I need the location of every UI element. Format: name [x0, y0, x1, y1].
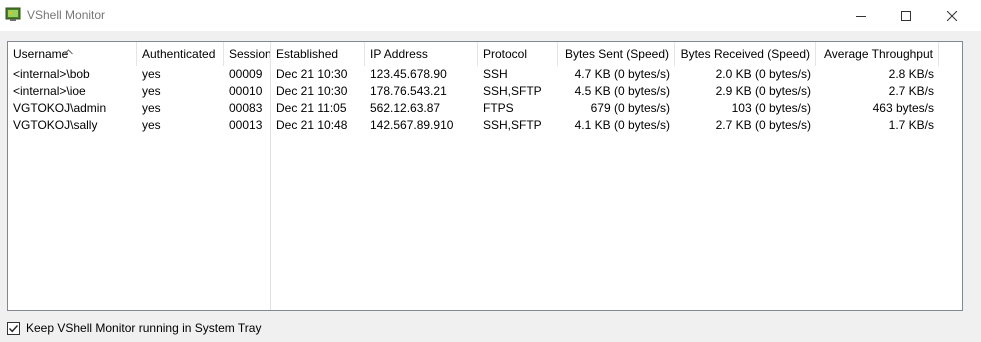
cell-ip-address: 142.567.89.910 — [370, 118, 454, 132]
cell-bytes-sent: 4.7 KB (0 bytes/s) — [574, 67, 670, 81]
cell-established: Dec 21 11:05 — [276, 101, 347, 115]
column-header-label: Authenticated — [142, 47, 216, 61]
column-header-label: Bytes Received (Speed) — [680, 47, 810, 61]
column-header-established[interactable]: Established — [271, 42, 365, 66]
cell-bytes-sent: 4.1 KB (0 bytes/s) — [574, 118, 670, 132]
tray-checkbox[interactable] — [7, 321, 20, 335]
column-header-label: Username — [13, 47, 69, 61]
column-header-label: Established — [276, 47, 339, 61]
cell-ip-address: 562.12.63.87 — [370, 101, 441, 115]
window-content: Username Authenticated Session Establish… — [0, 31, 981, 342]
cell-protocol: SSH,SFTP — [483, 84, 542, 98]
column-header-label: Average Throughput — [824, 47, 933, 61]
maximize-button[interactable] — [883, 0, 929, 31]
cell-username: <internal>\ioe — [13, 84, 86, 98]
column-header-label: Session — [229, 47, 271, 61]
cell-established: Dec 21 10:30 — [276, 67, 348, 81]
column-header-label: Protocol — [483, 47, 528, 61]
cell-protocol: SSH,SFTP — [483, 118, 542, 132]
column-header-label: Bytes Sent (Speed) — [564, 47, 669, 61]
cell-bytes-received: 2.9 KB (0 bytes/s) — [715, 84, 811, 98]
table-row[interactable]: <internal>\ioe yes 00010 Dec 21 10:30 17… — [8, 83, 962, 100]
cell-authenticated: yes — [142, 101, 161, 115]
table-row[interactable]: VGTOKOJ\admin yes 00083 Dec 21 11:05 562… — [8, 100, 962, 117]
cell-bytes-sent: 679 (0 bytes/s) — [590, 101, 670, 115]
title-bar: VShell Monitor — [0, 0, 981, 31]
cell-bytes-received: 103 (0 bytes/s) — [731, 101, 811, 115]
column-header-protocol[interactable]: Protocol — [478, 42, 558, 66]
cell-username: VGTOKOJ\admin — [13, 101, 107, 115]
cell-ip-address: 178.76.543.21 — [370, 84, 447, 98]
tray-option[interactable]: Keep VShell Monitor running in System Tr… — [7, 320, 261, 336]
cell-average-throughput: 1.7 KB/s — [888, 118, 934, 132]
column-header-ip-address[interactable]: IP Address — [365, 42, 478, 66]
cell-established: Dec 21 10:30 — [276, 84, 348, 98]
table-row[interactable]: <internal>\bob yes 00009 Dec 21 10:30 12… — [8, 66, 962, 83]
cell-session: 00010 — [229, 84, 263, 98]
column-header-authenticated[interactable]: Authenticated — [137, 42, 224, 66]
maximize-icon — [901, 10, 911, 21]
column-header-session[interactable]: Session — [224, 42, 271, 66]
column-header-bytes-received[interactable]: Bytes Received (Speed) — [675, 42, 816, 66]
cell-average-throughput: 2.8 KB/s — [888, 67, 934, 81]
vshell-monitor-icon — [5, 6, 21, 22]
minimize-icon — [856, 11, 866, 21]
cell-session: 00009 — [229, 67, 263, 81]
checkmark-icon — [8, 324, 19, 332]
cell-bytes-sent: 4.5 KB (0 bytes/s) — [574, 84, 670, 98]
cell-username: <internal>\bob — [13, 67, 90, 81]
cell-established: Dec 21 10:48 — [276, 118, 348, 132]
cell-average-throughput: 463 bytes/s — [872, 101, 934, 115]
cell-username: VGTOKOJ\sally — [13, 118, 98, 132]
column-header-label: IP Address — [370, 47, 428, 61]
cell-session: 00083 — [229, 101, 263, 115]
minimize-button[interactable] — [838, 0, 884, 31]
cell-average-throughput: 2.7 KB/s — [888, 84, 934, 98]
cell-session: 00013 — [229, 118, 263, 132]
close-icon — [947, 10, 957, 21]
sort-ascending-icon — [64, 42, 73, 63]
cell-authenticated: yes — [142, 67, 161, 81]
cell-bytes-received: 2.7 KB (0 bytes/s) — [715, 118, 811, 132]
list-header: Username Authenticated Session Establish… — [8, 42, 962, 66]
tray-checkbox-label[interactable]: Keep VShell Monitor running in System Tr… — [26, 321, 261, 335]
cell-authenticated: yes — [142, 118, 161, 132]
cell-protocol: FTPS — [483, 101, 514, 115]
close-button[interactable] — [929, 0, 975, 31]
connections-list[interactable]: Username Authenticated Session Establish… — [7, 41, 963, 311]
window-title: VShell Monitor — [27, 8, 106, 22]
column-header-average-throughput[interactable]: Average Throughput — [816, 42, 939, 66]
cell-ip-address: 123.45.678.90 — [370, 67, 447, 81]
column-header-username[interactable]: Username — [8, 42, 137, 66]
cell-protocol: SSH — [483, 67, 508, 81]
cell-authenticated: yes — [142, 84, 161, 98]
cell-bytes-received: 2.0 KB (0 bytes/s) — [715, 67, 811, 81]
table-row[interactable]: VGTOKOJ\sally yes 00013 Dec 21 10:48 142… — [8, 117, 962, 134]
column-header-bytes-sent[interactable]: Bytes Sent (Speed) — [558, 42, 675, 66]
